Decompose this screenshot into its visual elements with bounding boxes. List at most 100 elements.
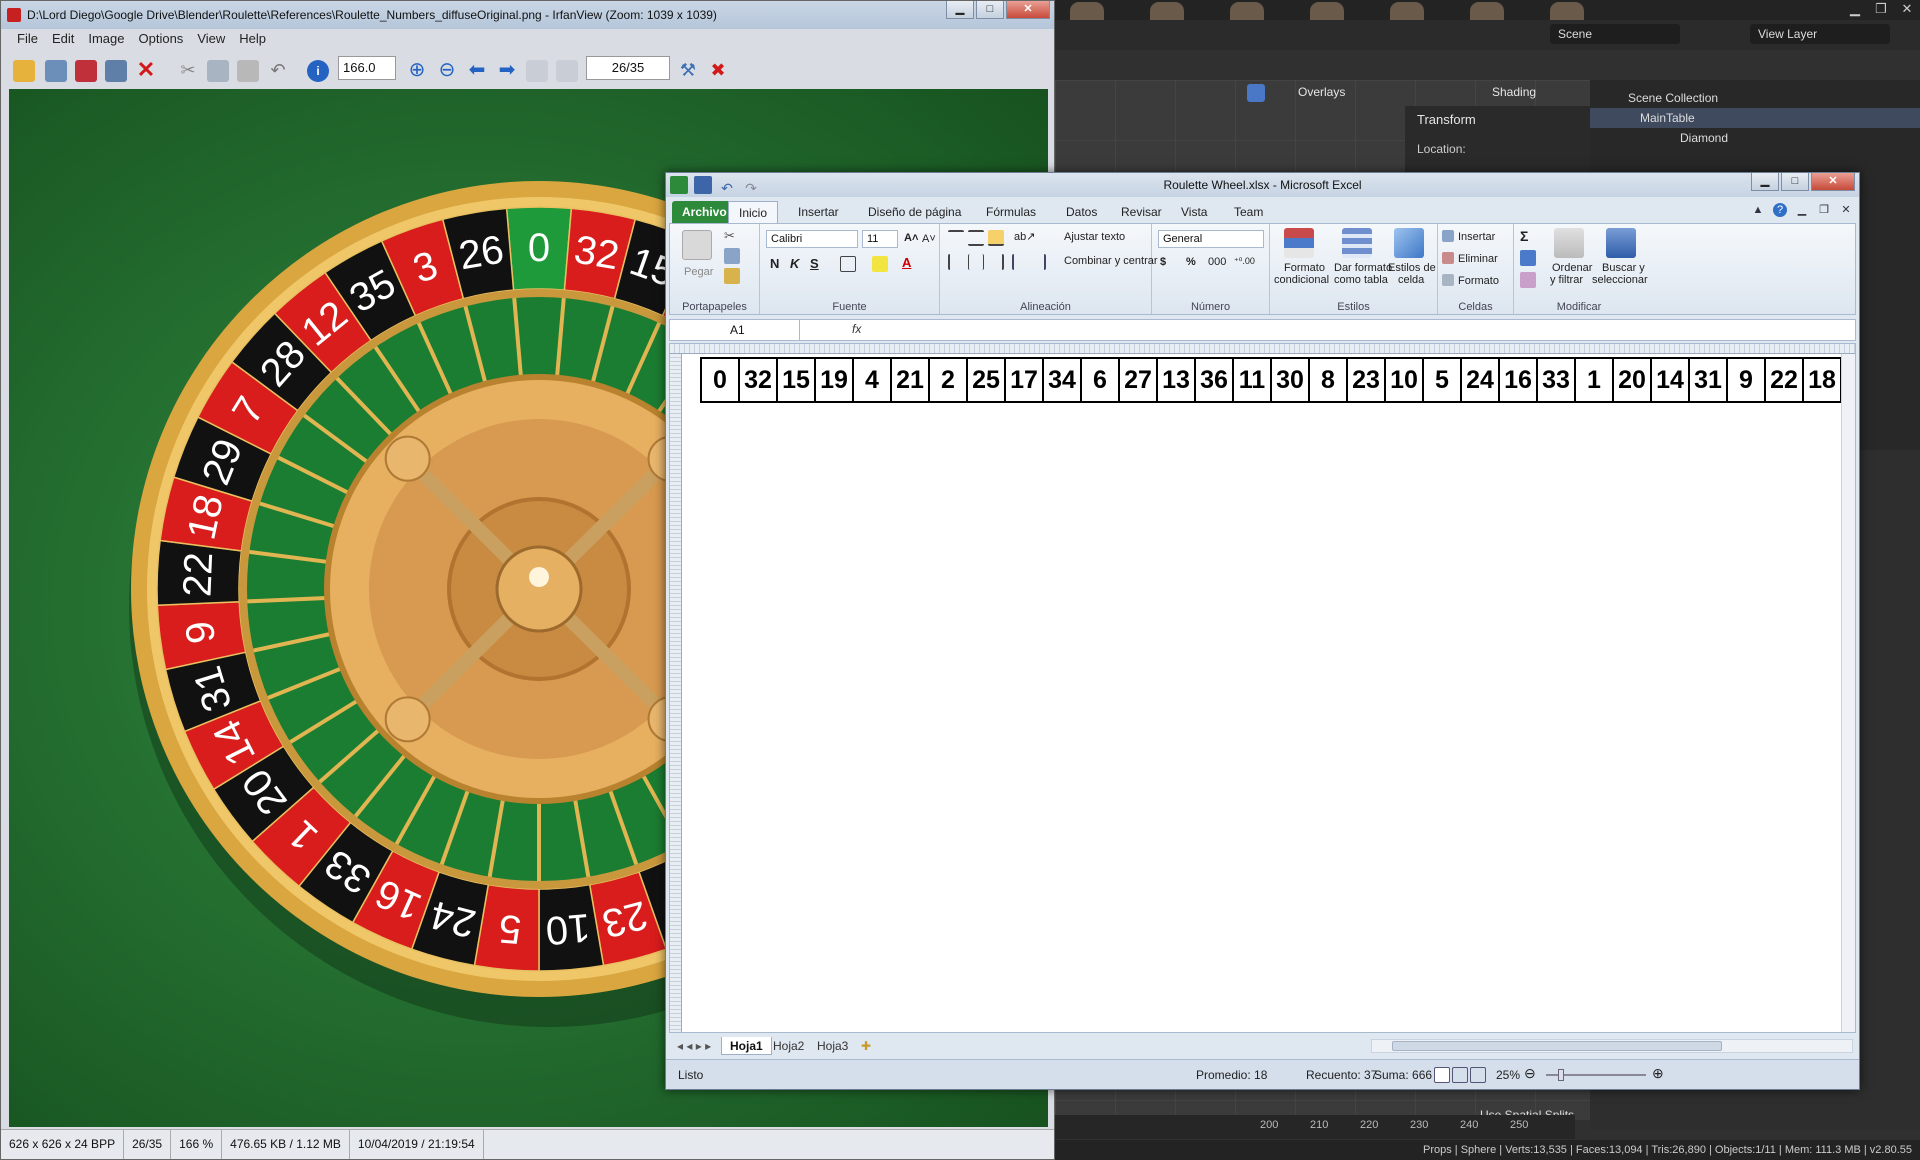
worksheet-grid[interactable]: 0 32 15 19 4 21 2 25 17 34 6 27 13 36 11 30 8 23 10 5 24 16 33…: [669, 343, 1856, 1033]
close-button[interactable]: ✕: [1811, 173, 1855, 191]
conditional-format-label-1[interactable]: Formato: [1284, 262, 1325, 274]
find-select-label-1[interactable]: Buscar y: [1602, 262, 1645, 274]
maximize-button[interactable]: □: [1781, 173, 1809, 191]
cell-styles-label-1[interactable]: Estilos de: [1388, 262, 1436, 274]
sort-filter-label-1[interactable]: Ordenar: [1552, 262, 1592, 274]
menu-view[interactable]: View: [197, 31, 225, 51]
menu-edit[interactable]: Edit: [52, 31, 74, 51]
number-cell[interactable]: 17: [1006, 359, 1044, 401]
number-cell[interactable]: 4: [854, 359, 892, 401]
paste-icon[interactable]: [237, 60, 259, 82]
number-cell[interactable]: 21: [892, 359, 930, 401]
number-cell[interactable]: 10: [1386, 359, 1424, 401]
shading-label[interactable]: Shading: [1492, 85, 1536, 99]
clear-icon[interactable]: [1520, 272, 1536, 288]
merge-center-button[interactable]: Combinar y centrar: [1064, 255, 1158, 267]
minimize-button[interactable]: ▁: [946, 1, 974, 19]
collapse-ribbon-icon[interactable]: ▲: [1751, 203, 1765, 217]
number-cell[interactable]: 19: [816, 359, 854, 401]
page-layout-view-icon[interactable]: [1452, 1067, 1468, 1083]
currency-button[interactable]: $: [1160, 256, 1166, 268]
workspace-avatar[interactable]: [1150, 2, 1184, 20]
minimize-button[interactable]: ▁: [1751, 173, 1779, 191]
align-right-icon[interactable]: [988, 254, 1004, 270]
slideshow-icon[interactable]: [45, 60, 67, 82]
wrap-text-button[interactable]: Ajustar texto: [1064, 231, 1125, 243]
workspace-avatar[interactable]: [1550, 2, 1584, 20]
number-cell[interactable]: 22: [1766, 359, 1804, 401]
paste-label[interactable]: Pegar: [684, 266, 713, 278]
print-icon[interactable]: [105, 60, 127, 82]
zoom-level[interactable]: 25%: [1496, 1068, 1520, 1082]
insert-cells-button[interactable]: Insertar: [1458, 231, 1495, 243]
number-cell[interactable]: 15: [778, 359, 816, 401]
format-painter-icon[interactable]: [724, 268, 740, 284]
number-cell[interactable]: 34: [1044, 359, 1082, 401]
tab-page-layout[interactable]: Diseño de página: [858, 201, 971, 223]
horizontal-scrollbar[interactable]: [1371, 1039, 1853, 1053]
tab-file[interactable]: Archivo: [672, 201, 737, 223]
view-layer-selector[interactable]: View Layer: [1750, 24, 1890, 44]
zoom-slider-thumb[interactable]: [1558, 1069, 1564, 1081]
grow-font-icon[interactable]: A˄: [904, 232, 918, 244]
insert-sheet-icon[interactable]: ✚: [853, 1037, 879, 1055]
align-bottom-icon[interactable]: [988, 230, 1004, 246]
conditional-format-icon[interactable]: [1284, 228, 1314, 258]
close-button[interactable]: ✕: [1006, 1, 1050, 19]
find-select-label-2[interactable]: seleccionar: [1592, 274, 1648, 286]
percent-button[interactable]: %: [1186, 256, 1196, 268]
format-as-table-label-2[interactable]: como tabla: [1334, 274, 1388, 286]
insert-cells-icon[interactable]: [1442, 230, 1454, 242]
shrink-font-icon[interactable]: A˅: [922, 233, 936, 245]
copy-icon[interactable]: [207, 60, 229, 82]
number-cell[interactable]: 24: [1462, 359, 1500, 401]
increase-indent-icon[interactable]: [1030, 254, 1046, 270]
font-name-dropdown[interactable]: Calibri: [766, 230, 858, 248]
number-cell[interactable]: 18: [1804, 359, 1842, 401]
number-cell[interactable]: 36: [1196, 359, 1234, 401]
workspace-avatar[interactable]: [1470, 2, 1504, 20]
overlays-icon[interactable]: [1247, 84, 1265, 102]
autosum-icon[interactable]: Σ: [1520, 228, 1528, 244]
binoculars-icon[interactable]: [1606, 228, 1636, 258]
menu-image[interactable]: Image: [88, 31, 124, 51]
previous-image-icon[interactable]: ⬅: [466, 60, 488, 82]
number-cell[interactable]: 11: [1234, 359, 1272, 401]
number-cell[interactable]: 1: [1576, 359, 1614, 401]
maximize-button[interactable]: □: [976, 1, 1004, 19]
name-box[interactable]: A1: [670, 320, 800, 340]
align-middle-icon[interactable]: [968, 230, 984, 246]
page-break-view-icon[interactable]: [1470, 1067, 1486, 1083]
excel-app-icon[interactable]: [670, 176, 688, 194]
timeline[interactable]: 200 210 220 230 240 250: [1055, 1115, 1575, 1139]
decrease-indent-icon[interactable]: [1012, 254, 1028, 270]
cell-styles-icon[interactable]: [1394, 228, 1424, 258]
menu-help[interactable]: Help: [239, 31, 266, 51]
number-cell[interactable]: 0: [702, 359, 740, 401]
align-left-icon[interactable]: [948, 254, 964, 270]
sheet-tab-hoja3[interactable]: Hoja3: [809, 1037, 856, 1055]
number-cell[interactable]: 31: [1690, 359, 1728, 401]
exit-icon[interactable]: ✖: [707, 60, 729, 82]
tab-home[interactable]: Inicio: [728, 201, 779, 223]
number-cell[interactable]: 14: [1652, 359, 1690, 401]
row-headers[interactable]: [670, 354, 682, 1032]
format-as-table-label-1[interactable]: Dar formato: [1334, 262, 1392, 274]
undo-icon[interactable]: ↶: [267, 60, 289, 82]
undo-icon[interactable]: ↶: [718, 176, 736, 196]
cut-icon[interactable]: ✂: [177, 60, 199, 82]
cut-icon[interactable]: ✂: [724, 228, 740, 244]
open-folder-icon[interactable]: [13, 60, 35, 82]
scrollbar-thumb[interactable]: [1392, 1041, 1722, 1051]
borders-icon[interactable]: [840, 256, 856, 272]
tab-team[interactable]: Team: [1224, 201, 1273, 223]
bold-button[interactable]: N: [770, 256, 779, 271]
number-cell[interactable]: 33: [1538, 359, 1576, 401]
tab-view[interactable]: Vista: [1171, 201, 1217, 223]
delete-cells-button[interactable]: Eliminar: [1458, 253, 1498, 265]
paste-icon[interactable]: [682, 230, 712, 260]
increase-decimal-icon[interactable]: ⁺⁰.00: [1234, 256, 1255, 267]
number-cell[interactable]: 30: [1272, 359, 1310, 401]
number-cell[interactable]: 5: [1424, 359, 1462, 401]
outliner-diamond[interactable]: Diamond: [1590, 128, 1920, 148]
